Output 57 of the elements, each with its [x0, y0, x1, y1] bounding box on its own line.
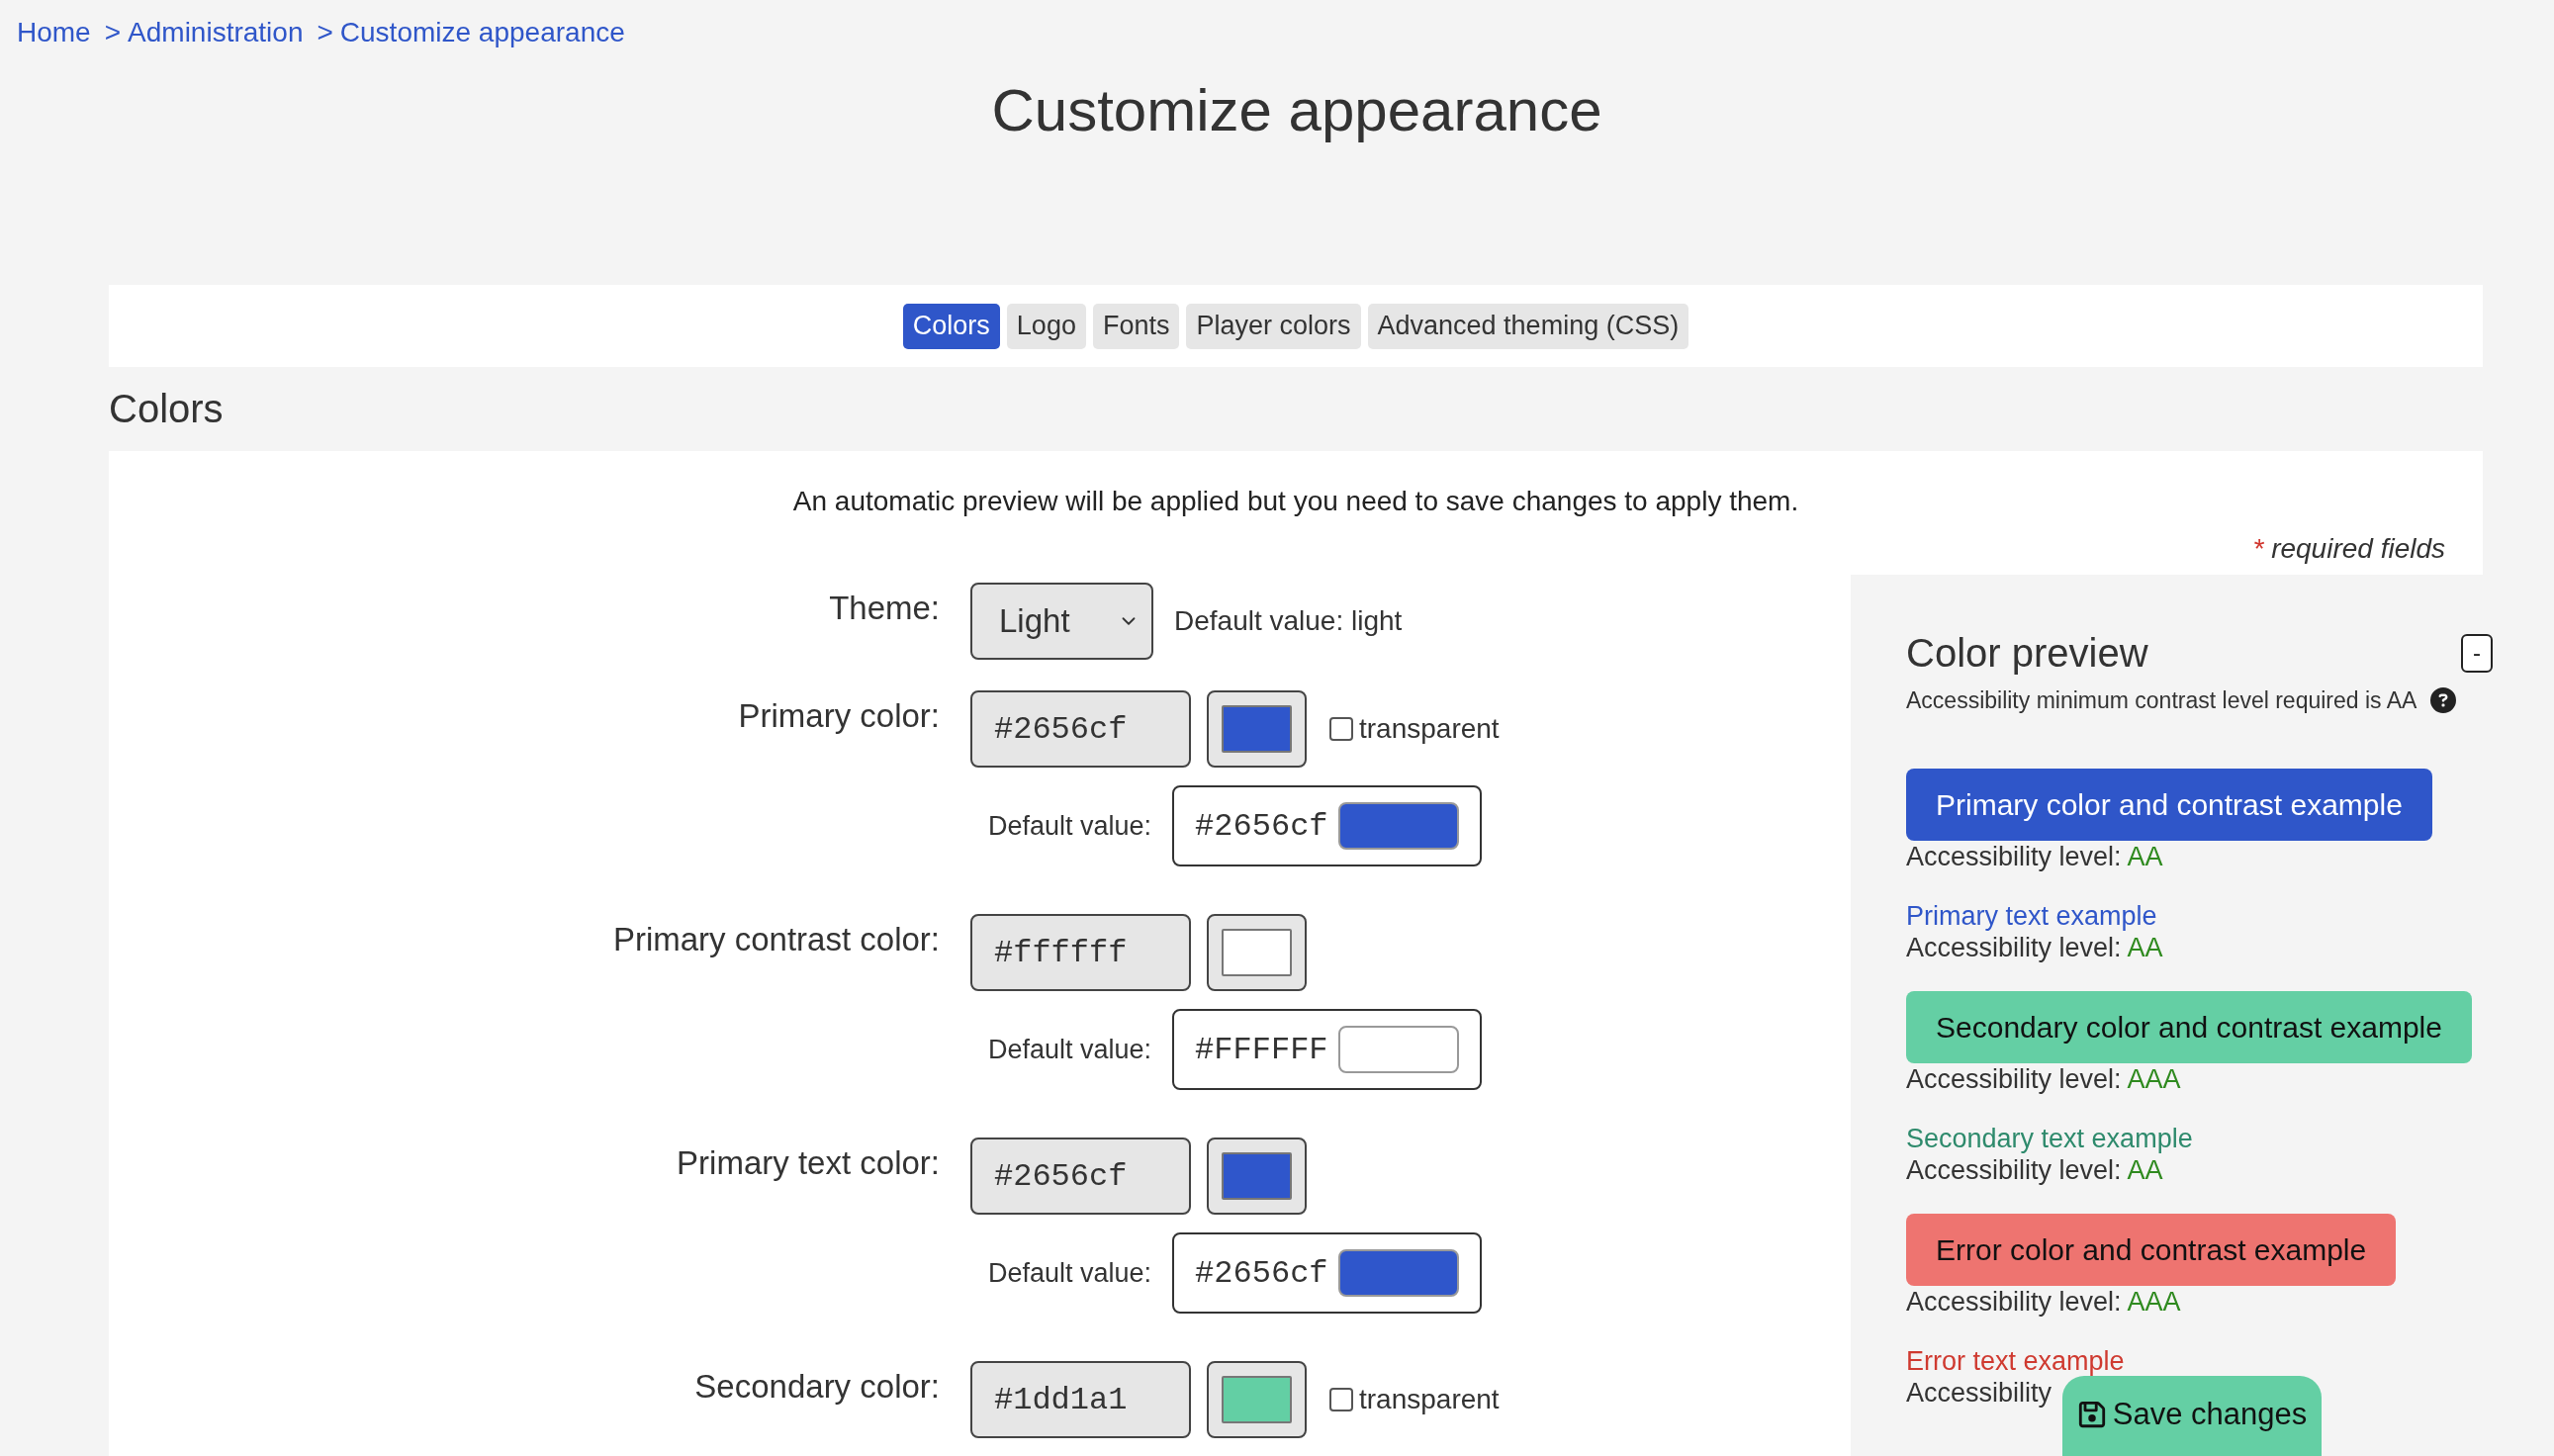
hex-input[interactable]: #2656cf: [970, 1138, 1191, 1215]
default-value-label: Default value:: [988, 1034, 1152, 1065]
example-text: Primary text example: [1906, 900, 2157, 932]
example-button[interactable]: Error color and contrast example: [1906, 1214, 2397, 1286]
example-button[interactable]: Primary color and contrast example: [1906, 769, 2432, 841]
tab[interactable]: Player colors: [1186, 303, 1361, 349]
tab[interactable]: Fonts: [1092, 303, 1180, 349]
field-label: Theme:: [829, 589, 940, 628]
field-label: Secondary color:: [694, 1367, 940, 1407]
required-fields-note: * required fields: [2252, 532, 2445, 566]
notice-text: An automatic preview will be applied but you need to save changes to apply them.: [792, 485, 1799, 518]
section-title: Colors: [109, 386, 224, 432]
breadcrumb-separator: >: [104, 16, 122, 49]
default-hex-text: #2656cf: [1195, 807, 1328, 845]
checkbox-label: transparent: [1359, 713, 1500, 745]
color-picker-button[interactable]: [1207, 1138, 1307, 1215]
field-label: Primary color:: [738, 696, 940, 736]
tab[interactable]: Logo: [1006, 303, 1086, 349]
contrast-requirement-text: Accessibility minimum contrast level required is AA: [1906, 686, 2417, 714]
accessibility-level-text: Accessibility level: AAA: [1906, 1286, 2181, 1318]
accessibility-level-text: Accessibility level: AAA: [1906, 1063, 2181, 1095]
example-button[interactable]: Secondary color and contrast example: [1906, 991, 2472, 1063]
breadcrumb-separator: >: [317, 16, 333, 49]
theme-select[interactable]: Light: [970, 583, 1153, 660]
color-picker-button[interactable]: [1207, 914, 1307, 991]
breadcrumb-link[interactable]: Home: [17, 16, 91, 49]
accessibility-level-text: Accessibility level: AA: [1906, 841, 2163, 872]
help-icon[interactable]: [2430, 687, 2457, 713]
tab[interactable]: Advanced theming (CSS): [1367, 303, 1689, 349]
save-icon: [2076, 1399, 2107, 1429]
accessibility-level-text: Accessibility: [1906, 1377, 2052, 1409]
accessibility-level-text: Accessibility level: AA: [1906, 1154, 2163, 1186]
example-text: Secondary text example: [1906, 1123, 2193, 1154]
breadcrumb-link[interactable]: Administration: [128, 16, 304, 49]
default-value-label: Default value:: [988, 1257, 1152, 1289]
save-button[interactable]: Save changes: [2062, 1376, 2322, 1456]
default-hex-text: #2656cf: [1195, 1254, 1328, 1292]
hex-input[interactable]: #ffffff: [970, 914, 1191, 991]
accessibility-level-text: Accessibility level: AA: [1906, 932, 2163, 963]
checkbox[interactable]: [1329, 717, 1353, 741]
preview-title: Color preview: [1906, 630, 2148, 677]
field-label: Primary contrast color:: [612, 920, 940, 959]
field-label: Primary text color:: [677, 1143, 940, 1183]
hex-input[interactable]: #1dd1a1: [970, 1361, 1191, 1438]
hex-input[interactable]: #2656cf: [970, 690, 1191, 768]
collapse-button[interactable]: -: [2461, 633, 2493, 673]
color-picker-button[interactable]: [1207, 690, 1307, 768]
tab[interactable]: Colors: [902, 303, 1000, 349]
checkbox[interactable]: [1329, 1388, 1353, 1411]
checkbox-label: transparent: [1359, 1384, 1500, 1415]
example-text: Error text example: [1906, 1345, 2125, 1377]
default-value-label: Default value:: [988, 810, 1152, 842]
page-title: Customize appearance: [991, 76, 1602, 145]
breadcrumb-link[interactable]: Customize appearance: [339, 16, 625, 49]
color-picker-button[interactable]: [1207, 1361, 1307, 1438]
default-hex-text: #FFFFFF: [1195, 1031, 1328, 1068]
default-value-text: Default value: light: [1174, 605, 1403, 637]
